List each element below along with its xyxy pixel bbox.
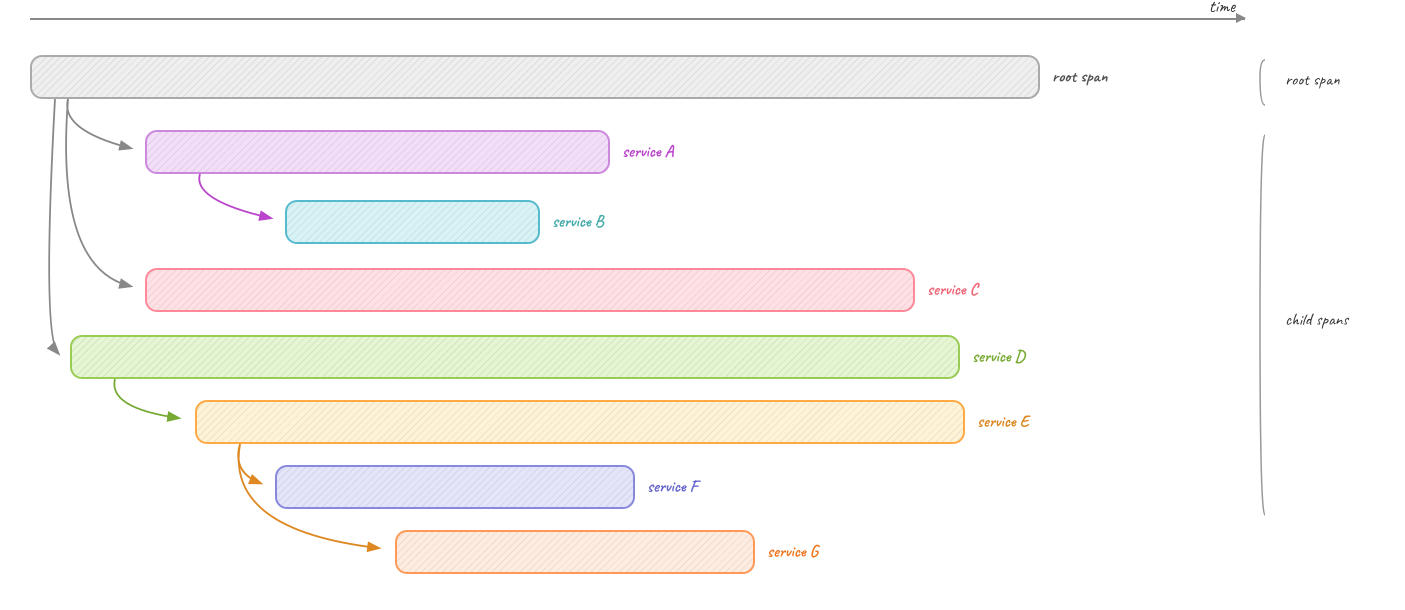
child-spans-label: child spans <box>1285 310 1349 331</box>
span-label-serviceG: service G <box>767 542 818 563</box>
time-line <box>30 18 1245 20</box>
span-label-serviceF: service F <box>647 477 698 498</box>
span-label-serviceC: service C <box>927 280 978 301</box>
span-bar-serviceA <box>145 130 610 174</box>
span-bar-serviceD <box>70 335 960 379</box>
span-label-serviceB: service B <box>552 212 604 233</box>
span-bar-root <box>30 55 1040 99</box>
span-bar-serviceF <box>275 465 635 509</box>
span-bar-serviceG <box>395 530 755 574</box>
time-arrowhead <box>1236 13 1246 23</box>
span-label-serviceE: service E <box>977 412 1029 433</box>
time-arrow: time <box>30 18 1245 20</box>
span-bar-serviceC <box>145 268 915 312</box>
span-label-root: root span <box>1052 67 1107 88</box>
span-bar-serviceE <box>195 400 965 444</box>
span-label-serviceA: service A <box>622 142 673 163</box>
right-brace-svg: root span child spans <box>1255 55 1375 575</box>
span-label-serviceD: service D <box>972 347 1025 368</box>
root-span-label: root span <box>1285 70 1340 91</box>
diagram-container: time root span service A service B service … <box>0 0 1405 610</box>
span-bar-serviceB <box>285 200 540 244</box>
time-label: time <box>1209 0 1235 18</box>
